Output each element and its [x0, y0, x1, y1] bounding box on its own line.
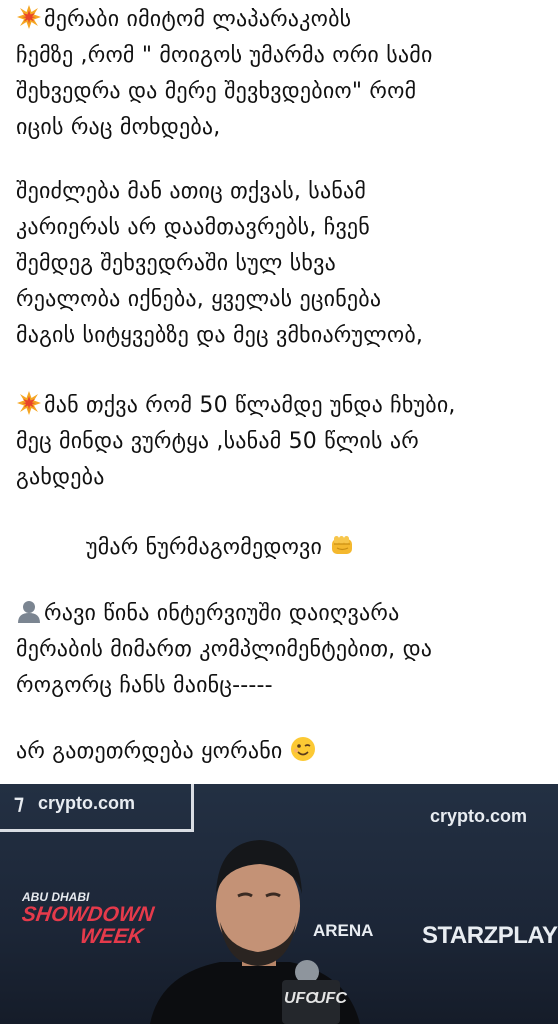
- post-line: რავი წინა ინტერვიუში დაიღვარა: [16, 596, 399, 632]
- line-text: მან თქვა რომ 50 წლამდე უნდა ჩხუბი,: [44, 393, 456, 418]
- post-line: მან თქვა რომ 50 წლამდე უნდა ჩხუბი,: [16, 388, 456, 424]
- social-post: მერაბი იმიტომ ლაპარაკობს ჩემზე ,რომ " მო…: [0, 0, 558, 1024]
- winking-face-icon: [290, 736, 316, 762]
- mic-flag-left: UFC: [284, 990, 317, 1007]
- oncoming-fist-icon: [329, 532, 355, 558]
- line-text: რავი წინა ინტერვიუში დაიღვარა: [44, 601, 400, 626]
- bust-silhouette-icon: [16, 598, 42, 624]
- post-line: მერაბის მიმართ კომპლიმენტებით, და: [16, 637, 433, 662]
- line-text: არ გათეთრდება ყორანი: [16, 739, 283, 764]
- post-line: როგორც ჩანს მაინც-----: [16, 673, 273, 698]
- post-line: არ გათეთრდება ყორანი: [16, 734, 318, 770]
- collision-icon: [16, 4, 42, 30]
- event-logo: ABU DHABI SHOWDOWN WEEK: [20, 890, 156, 948]
- post-text: მერაბი იმიტომ ლაპარაკობს ჩემზე ,რომ " მო…: [0, 0, 558, 784]
- post-line: მეც მინდა ვურტყა ,სანამ 50 წლის არ: [16, 429, 419, 454]
- collision-icon: [16, 390, 42, 416]
- post-line: კარიერას არ დაამთავრებს, ჩვენ: [16, 215, 370, 240]
- post-line: რეალობა იქნება, ყველას ეცინება: [16, 287, 382, 312]
- post-line: მერაბი იმიტომ ლაპარაკობს: [16, 2, 351, 38]
- author-signature: უმარ ნურმაგომედოვი: [86, 530, 357, 566]
- sponsor-logo-left: ⁊ crypto.com: [14, 792, 135, 814]
- post-line: მაგის სიტყვებზე და მეც ვმხიარულობ,: [16, 323, 424, 348]
- post-line: გახდება: [16, 465, 105, 490]
- post-line: შემდეგ შეხვედრაში სულ სხვა: [16, 251, 336, 276]
- mic-flag-right: UFC: [314, 990, 347, 1007]
- post-line: შეხვედრა და მერე შევხვდებიო" რომ: [16, 79, 417, 104]
- streaming-brand-logo: STARZPLAY: [422, 922, 558, 949]
- line-text: უმარ ნურმაგომედოვი: [86, 535, 323, 560]
- post-line: შეიძლება მან ათიც თქვას, სანამ: [16, 179, 367, 204]
- line-text: მერაბი იმიტომ ლაპარაკობს: [44, 7, 352, 32]
- post-line: ჩემზე ,რომ " მოიგოს უმარმა ორი სამი: [16, 43, 433, 68]
- press-conference-photo: ⁊ crypto.com crypto.com ABU DHABI SHOWDOW…: [0, 784, 558, 1024]
- sponsor-logo-right: crypto.com: [430, 806, 528, 826]
- post-line: იცის რაც მოხდება,: [16, 115, 221, 140]
